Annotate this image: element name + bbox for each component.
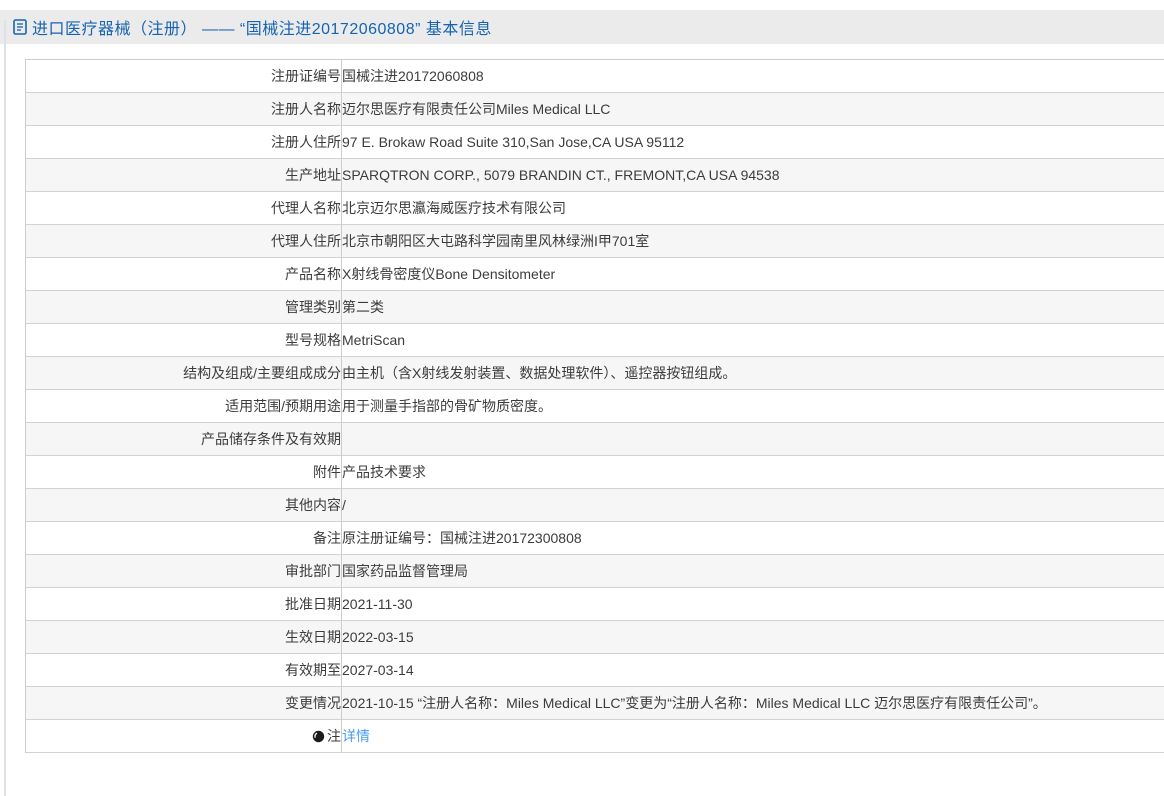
- row-value: 北京迈尔思瀛海威医疗技术有限公司: [342, 192, 1164, 225]
- row-value: MetriScan: [342, 324, 1164, 357]
- row-label: 适用范围/预期用途: [26, 390, 342, 423]
- row-value: 原注册证编号：国械注进20172300808: [342, 522, 1164, 555]
- row-label: 产品储存条件及有效期: [26, 423, 342, 456]
- table-row: 备注 原注册证编号：国械注进20172300808: [26, 522, 1164, 555]
- left-border-rule: [4, 20, 6, 796]
- row-value: 北京市朝阳区大屯路科学园南里风林绿洲I甲701室: [342, 225, 1164, 258]
- table-row: 产品储存条件及有效期: [26, 423, 1164, 456]
- row-value: 2021-10-15 “注册人名称：Miles Medical LLC”变更为“…: [342, 687, 1164, 720]
- row-value: /: [342, 489, 1164, 522]
- row-label: 代理人住所: [26, 225, 342, 258]
- row-label: 备注: [26, 522, 342, 555]
- table-row: 管理类别 第二类: [26, 291, 1164, 324]
- table-row: 代理人住所 北京市朝阳区大屯路科学园南里风林绿洲I甲701室: [26, 225, 1164, 258]
- row-value: 2027-03-14: [342, 654, 1164, 687]
- row-label: 有效期至: [26, 654, 342, 687]
- row-label: 注册人住所: [26, 126, 342, 159]
- table-row-note: 注 详情: [26, 720, 1164, 753]
- table-row: 附件 产品技术要求: [26, 456, 1164, 489]
- detail-link[interactable]: 详情: [342, 728, 370, 744]
- row-label-note: 注: [26, 720, 342, 753]
- table-row: 批准日期 2021-11-30: [26, 588, 1164, 621]
- row-label: 生产地址: [26, 159, 342, 192]
- row-label: 结构及组成/主要组成成分: [26, 357, 342, 390]
- row-label: 产品名称: [26, 258, 342, 291]
- table-row: 变更情况 2021-10-15 “注册人名称：Miles Medical LLC…: [26, 687, 1164, 720]
- table-row: 适用范围/预期用途 用于测量手指部的骨矿物质密度。: [26, 390, 1164, 423]
- page-header: 进口医疗器械（注册） —— “国械注进20172060808” 基本信息: [0, 10, 1164, 44]
- table-row: 注册人住所 97 E. Brokaw Road Suite 310,San Jo…: [26, 126, 1164, 159]
- row-label: 注: [327, 728, 341, 744]
- document-icon: [13, 19, 27, 35]
- row-value: [342, 423, 1164, 456]
- table-row: 审批部门 国家药品监督管理局: [26, 555, 1164, 588]
- row-label: 管理类别: [26, 291, 342, 324]
- table-row: 产品名称 X射线骨密度仪Bone Densitometer: [26, 258, 1164, 291]
- row-value: 2022-03-15: [342, 621, 1164, 654]
- row-label: 生效日期: [26, 621, 342, 654]
- table-row: 注册人名称 迈尔思医疗有限责任公司Miles Medical LLC: [26, 93, 1164, 126]
- table-row: 结构及组成/主要组成成分 由主机（含X射线发射装置、数据处理软件）、遥控器按钮组…: [26, 357, 1164, 390]
- row-label: 批准日期: [26, 588, 342, 621]
- page-title: 进口医疗器械（注册） —— “国械注进20172060808” 基本信息: [32, 15, 492, 39]
- row-label: 注册人名称: [26, 93, 342, 126]
- table-row: 型号规格 MetriScan: [26, 324, 1164, 357]
- row-label: 代理人名称: [26, 192, 342, 225]
- table-row: 代理人名称 北京迈尔思瀛海威医疗技术有限公司: [26, 192, 1164, 225]
- row-value: X射线骨密度仪Bone Densitometer: [342, 258, 1164, 291]
- row-label: 审批部门: [26, 555, 342, 588]
- table-row: 注册证编号 国械注进20172060808: [26, 60, 1164, 93]
- table-row: 其他内容 /: [26, 489, 1164, 522]
- registration-info-table: 注册证编号 国械注进20172060808 注册人名称 迈尔思医疗有限责任公司M…: [25, 59, 1164, 753]
- row-label: 注册证编号: [26, 60, 342, 93]
- row-label: 其他内容: [26, 489, 342, 522]
- row-value: 第二类: [342, 291, 1164, 324]
- row-value: 产品技术要求: [342, 456, 1164, 489]
- row-value: 由主机（含X射线发射装置、数据处理软件）、遥控器按钮组成。: [342, 357, 1164, 390]
- row-value: 用于测量手指部的骨矿物质密度。: [342, 390, 1164, 423]
- row-value: 国械注进20172060808: [342, 60, 1164, 93]
- row-value: 97 E. Brokaw Road Suite 310,San Jose,CA …: [342, 126, 1164, 159]
- row-value-note: 详情: [342, 720, 1164, 753]
- row-label: 附件: [26, 456, 342, 489]
- row-value: 2021-11-30: [342, 588, 1164, 621]
- table-row: 生效日期 2022-03-15: [26, 621, 1164, 654]
- note-icon: [312, 730, 325, 743]
- row-value: SPARQTRON CORP., 5079 BRANDIN CT., FREMO…: [342, 159, 1164, 192]
- table-row: 生产地址 SPARQTRON CORP., 5079 BRANDIN CT., …: [26, 159, 1164, 192]
- row-label: 变更情况: [26, 687, 342, 720]
- row-label: 型号规格: [26, 324, 342, 357]
- row-value: 国家药品监督管理局: [342, 555, 1164, 588]
- row-value: 迈尔思医疗有限责任公司Miles Medical LLC: [342, 93, 1164, 126]
- table-row: 有效期至 2027-03-14: [26, 654, 1164, 687]
